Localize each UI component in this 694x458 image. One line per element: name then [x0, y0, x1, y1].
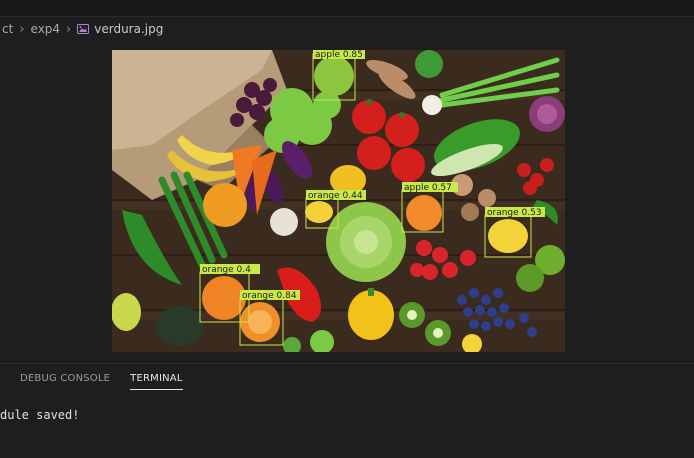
svg-text:apple 0.85: apple 0.85: [315, 50, 363, 60]
breadcrumb-file-label: verdura.jpg: [94, 22, 164, 36]
verdura-image: apple 0.85 orange 0.44 apple 0.57 orange…: [112, 50, 565, 352]
detection-label-6: orange 0.84: [240, 290, 300, 301]
svg-text:orange 0.44: orange 0.44: [308, 191, 363, 201]
image-file-icon: [77, 24, 90, 34]
svg-text:orange 0.84: orange 0.84: [242, 291, 297, 301]
svg-text:orange 0.4: orange 0.4: [202, 265, 251, 275]
detection-label-3: apple 0.57: [402, 182, 458, 193]
terminal-panel[interactable]: dule saved!: [0, 392, 694, 458]
tab-terminal[interactable]: TERMINAL: [130, 367, 184, 390]
title-bar: [0, 0, 694, 17]
panel-tab-bar: DEBUG CONSOLE TERMINAL: [0, 364, 203, 392]
svg-text:apple 0.57: apple 0.57: [404, 183, 452, 193]
terminal-overflow-line: [0, 452, 694, 458]
svg-text:orange 0.53: orange 0.53: [487, 208, 542, 218]
chevron-right-icon: ›: [66, 21, 72, 37]
detection-label-5: orange 0.4: [200, 264, 260, 275]
detection-label-2: orange 0.44: [306, 190, 366, 201]
breadcrumb-item-exp4[interactable]: exp4: [29, 22, 63, 36]
breadcrumb: ct › exp4 › verdura.jpg: [0, 18, 165, 40]
detection-label-4: orange 0.53: [485, 207, 545, 218]
detection-label-1: apple 0.85: [313, 50, 365, 60]
image-preview: apple 0.85 orange 0.44 apple 0.57 orange…: [112, 50, 565, 352]
chevron-right-icon: ›: [19, 21, 25, 37]
breadcrumb-item-file[interactable]: verdura.jpg: [75, 22, 165, 36]
breadcrumb-item-ct[interactable]: ct: [0, 22, 15, 36]
terminal-line: dule saved!: [0, 408, 80, 422]
tab-debug-console[interactable]: DEBUG CONSOLE: [20, 367, 110, 390]
